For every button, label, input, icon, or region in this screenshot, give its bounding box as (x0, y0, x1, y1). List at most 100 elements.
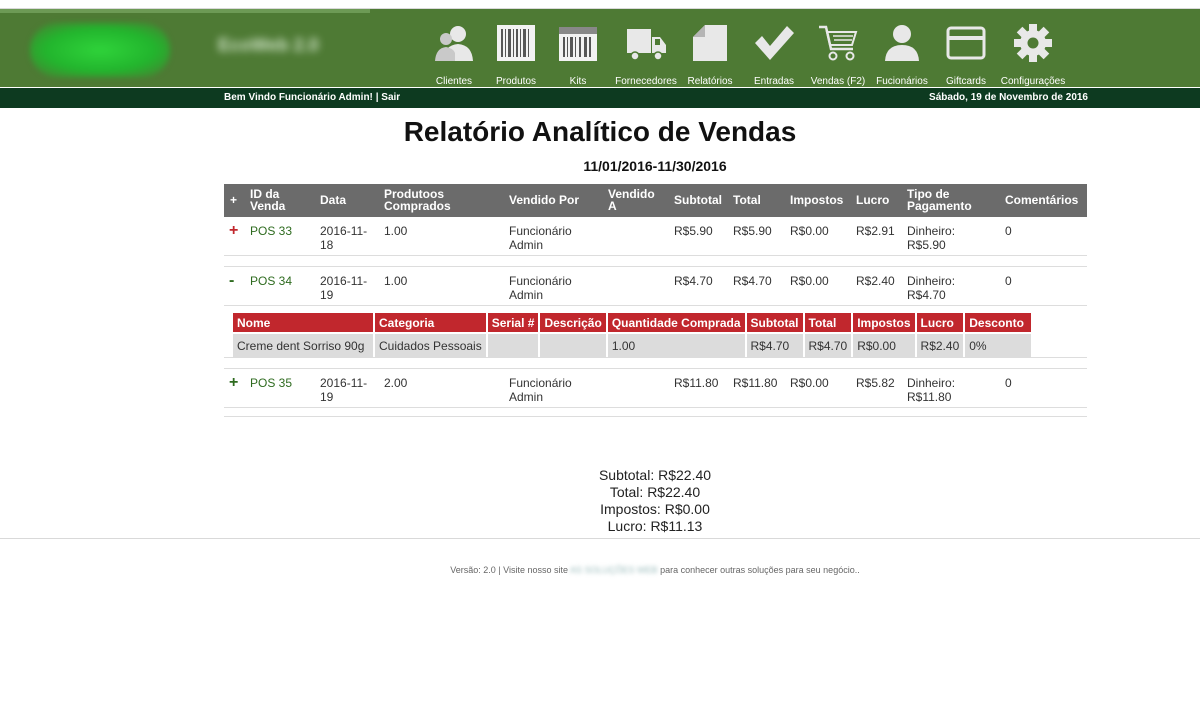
welcome-message: Bem Vindo Funcionário Admin! | Sair (224, 92, 400, 103)
nav-label: Vendas (F2) (810, 76, 866, 87)
col-total: Total (733, 193, 761, 207)
nav-fornecedores[interactable]: Fornecedores (612, 19, 680, 89)
item-serial (487, 332, 539, 358)
sale-products: 1.00 (384, 224, 408, 238)
sale-profit: R$2.40 (856, 274, 895, 288)
nav-label: Produtos (495, 76, 537, 87)
sale-date: 2016-11-19 (320, 274, 368, 302)
nav-clientes[interactable]: Clientes (428, 19, 480, 89)
nav-label: Fornecedores (615, 76, 677, 87)
nav-label: Configurações (1000, 76, 1066, 87)
sale-taxes: R$0.00 (790, 224, 829, 238)
footer-site-link[interactable]: AS SOLUÇÕES WEB (570, 565, 658, 575)
item-col-quantity: Quantidade Comprada (607, 313, 745, 332)
sale-comments: 0 (1005, 376, 1012, 390)
sale-sold-by: Funcionário Admin (509, 274, 572, 302)
summary-taxes: Impostos: R$0.00 (600, 501, 710, 517)
date-range: 11/01/2016-11/30/2016 (583, 158, 727, 174)
page-title: Relatório Analítico de Vendas (403, 116, 797, 147)
col-subtotal: Subtotal (674, 193, 722, 207)
sale-detail: Nome Categoria Serial # Descrição Quanti… (224, 306, 1087, 358)
brand-name: EcoWeb 2.0 (218, 35, 319, 55)
nav-funcionarios[interactable]: Fucionários (872, 19, 932, 89)
welcome-separator: | (375, 92, 379, 103)
sale-id-link[interactable]: POS 34 (250, 274, 292, 288)
sale-taxes: R$0.00 (790, 376, 829, 390)
item-col-category: Categoria (375, 313, 486, 332)
sale-payment: Dinheiro: R$11.80 (907, 376, 956, 404)
report-summary: Subtotal: R$22.40 Total: R$22.40 Imposto… (0, 467, 1200, 535)
nav-produtos[interactable]: Produtos (490, 19, 542, 89)
nav-entradas[interactable]: Entradas (748, 19, 800, 89)
nav-giftcards[interactable]: Giftcards (938, 19, 994, 89)
sale-id-link[interactable]: POS 35 (250, 376, 292, 390)
sales-report-table: + ID da Venda Data Produtoos Comprados V… (224, 184, 1087, 417)
nav-label: Entradas (753, 76, 795, 87)
sale-items-table: Nome Categoria Serial # Descrição Quanti… (231, 313, 1033, 358)
col-payment: Tipo de Pagamento (907, 187, 972, 213)
sale-subtotal: R$11.80 (674, 376, 719, 390)
sale-total: R$4.70 (733, 274, 772, 288)
item-col-profit: Lucro (916, 313, 964, 332)
items-header-row: Nome Categoria Serial # Descrição Quanti… (233, 313, 1032, 332)
item-row: Creme dent Sorriso 90g Cuidados Pessoais… (233, 332, 1032, 358)
sale-total: R$5.90 (733, 224, 772, 238)
sale-payment: Dinheiro: R$4.70 (907, 274, 956, 302)
sale-row: + POS 35 2016-11-19 2.00 Funcionário Adm… (224, 369, 1087, 408)
col-sold-by: Vendido Por (509, 193, 580, 207)
item-taxes: R$0.00 (853, 332, 915, 358)
expand-toggle[interactable]: + (229, 223, 238, 239)
sale-date: 2016-11-18 (320, 224, 368, 252)
nav-label: Fucionários (876, 76, 928, 87)
nav-label: Giftcards (945, 76, 986, 87)
sale-subtotal: R$5.90 (674, 224, 713, 238)
header-shade (0, 9, 370, 13)
sale-total: R$11.80 (733, 376, 778, 390)
footer-tail: para conhecer outras soluções para seu n… (660, 565, 860, 575)
nav-relatorios[interactable]: Relatórios (682, 19, 738, 89)
sale-profit: R$2.91 (856, 224, 895, 238)
sale-sold-by: Funcionário Admin (509, 376, 572, 404)
collapse-toggle[interactable]: - (229, 273, 234, 289)
truck-icon (627, 29, 666, 61)
sale-id-link[interactable]: POS 33 (250, 224, 292, 238)
summary-profit: Lucro: R$11.13 (607, 518, 703, 534)
sale-comments: 0 (1005, 224, 1012, 238)
company-logo[interactable] (30, 23, 170, 77)
sale-subtotal: R$4.70 (674, 274, 713, 288)
summary-total: Total: R$22.40 (609, 484, 701, 500)
cart-icon (819, 25, 858, 61)
sale-taxes: R$0.00 (790, 274, 829, 288)
kit-barcode-icon (559, 27, 597, 61)
sale-profit: R$5.82 (856, 376, 895, 390)
sale-row: + POS 33 2016-11-18 1.00 Funcionário Adm… (224, 217, 1087, 256)
expand-all-toggle[interactable]: + (230, 194, 237, 206)
table-header: + ID da Venda Data Produtoos Comprados V… (224, 184, 1087, 217)
row-spacer (224, 358, 1087, 369)
current-date: Sábado, 19 de Novembro de 2016 (929, 92, 1088, 103)
col-id: ID da Venda (250, 187, 286, 213)
row-spacer (224, 256, 1087, 267)
item-subtotal: R$4.70 (746, 332, 803, 358)
summary-subtotal: Subtotal: R$22.40 (598, 467, 712, 483)
sale-comments: 0 (1005, 274, 1012, 288)
logout-link[interactable]: Sair (381, 92, 400, 103)
nav-vendas[interactable]: Vendas (F2) (806, 19, 870, 89)
nav-kits[interactable]: Kits (552, 19, 604, 89)
item-col-subtotal: Subtotal (746, 313, 803, 332)
col-sold-to: Vendido A (608, 187, 655, 213)
page-footer: Versão: 2.0 | Visite nosso site AS SOLUÇ… (0, 565, 1200, 575)
checkmark-icon (755, 26, 794, 60)
nav-configuracoes[interactable]: Configurações (996, 19, 1070, 89)
welcome-text: Bem Vindo Funcionário Admin! (224, 92, 373, 103)
item-col-name: Nome (233, 313, 373, 332)
col-date: Data (320, 193, 347, 207)
nav-label: Kits (569, 76, 587, 87)
gear-icon (1014, 24, 1052, 62)
sale-row: - POS 34 2016-11-19 1.00 Funcionário Adm… (224, 267, 1087, 306)
users-icon (435, 26, 473, 61)
item-col-taxes: Impostos (853, 313, 915, 332)
expand-toggle[interactable]: + (229, 375, 238, 391)
item-discount: 0% (965, 332, 1032, 358)
nav-label: Clientes (435, 76, 473, 87)
